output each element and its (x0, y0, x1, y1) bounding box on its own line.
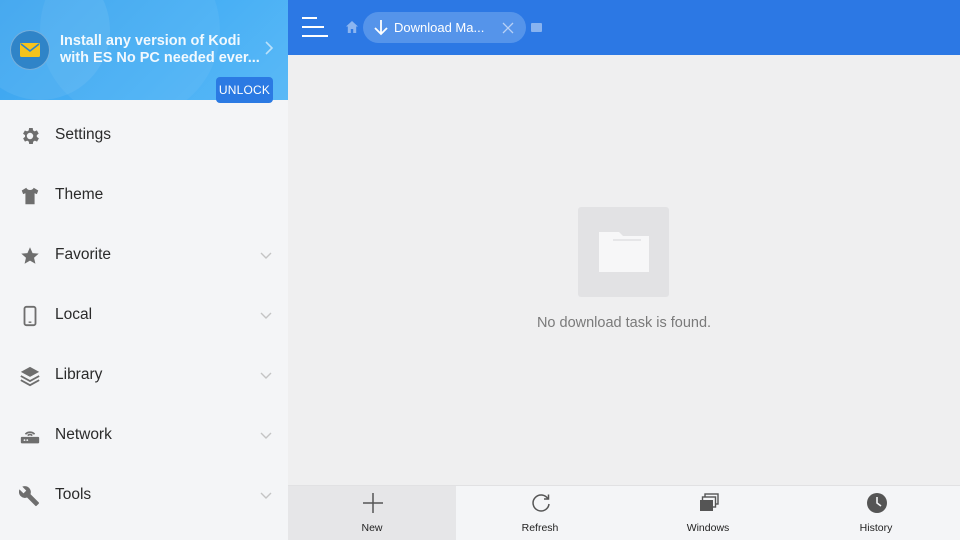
close-icon[interactable] (502, 21, 514, 34)
chevron-down-icon (258, 487, 274, 503)
clock-icon (866, 492, 888, 514)
sidebar-item-label: Local (55, 306, 93, 323)
sidebar-menu: Settings Theme Favorite Local Library Ne… (0, 105, 288, 525)
wrench-icon (18, 484, 42, 508)
chevron-down-icon (258, 427, 274, 443)
sidebar-item-library[interactable]: Library (0, 345, 288, 405)
tab-overflow-icon[interactable] (531, 23, 542, 32)
history-button[interactable]: History (792, 486, 960, 540)
sidebar-item-label: Favorite (55, 246, 111, 263)
tab-download-manager[interactable]: Download Ma... (363, 12, 526, 43)
empty-message: No download task is found. (536, 315, 712, 331)
refresh-icon (530, 492, 552, 514)
sidebar-item-theme[interactable]: Theme (0, 165, 288, 225)
sidebar-item-label: Network (55, 426, 112, 443)
sidebar-item-label: Settings (55, 126, 112, 143)
chevron-down-icon (258, 367, 274, 383)
bottom-bar: New Refresh Windows History (288, 485, 960, 540)
promo-text: Install any version of Kodi with ES No P… (60, 33, 260, 67)
refresh-button[interactable]: Refresh (456, 486, 624, 540)
home-icon[interactable] (345, 20, 359, 34)
shirt-icon (18, 184, 42, 208)
gear-icon (18, 124, 42, 148)
sidebar-item-settings[interactable]: Settings (0, 105, 288, 165)
promo-line-1: Install any version of Kodi (60, 33, 241, 49)
download-arrow-icon (373, 19, 389, 37)
unlock-button[interactable]: UNLOCK (216, 77, 273, 103)
chevron-right-icon (264, 40, 274, 61)
refresh-label: Refresh (521, 522, 559, 534)
sidebar-item-label: Library (55, 366, 103, 383)
empty-folder-icon (578, 207, 669, 297)
sidebar-item-network[interactable]: Network (0, 405, 288, 465)
layers-icon (18, 364, 42, 388)
sidebar: Install any version of Kodi with ES No P… (0, 0, 288, 540)
mail-icon (10, 30, 50, 70)
top-bar: Download Ma... (288, 0, 960, 55)
chevron-down-icon (258, 307, 274, 323)
router-icon (18, 424, 42, 448)
sidebar-item-favorite[interactable]: Favorite (0, 225, 288, 285)
sidebar-item-label: Tools (55, 486, 92, 503)
sidebar-item-local[interactable]: Local (0, 285, 288, 345)
windows-button[interactable]: Windows (624, 486, 792, 540)
sidebar-item-tools[interactable]: Tools (0, 465, 288, 525)
sidebar-item-label: Theme (55, 186, 104, 203)
history-label: History (859, 522, 893, 534)
star-icon (18, 244, 42, 268)
chevron-down-icon (258, 247, 274, 263)
tab-label: Download Ma... (394, 20, 485, 35)
windows-label: Windows (686, 522, 730, 534)
promo-line-2: with ES No PC needed ever... (60, 50, 260, 66)
windows-icon (698, 492, 720, 514)
plus-icon (362, 492, 384, 514)
new-button[interactable]: New (288, 486, 456, 540)
main-content: No download task is found. (288, 55, 960, 485)
new-label: New (361, 522, 383, 534)
phone-icon (18, 304, 42, 328)
menu-icon[interactable] (302, 16, 328, 40)
